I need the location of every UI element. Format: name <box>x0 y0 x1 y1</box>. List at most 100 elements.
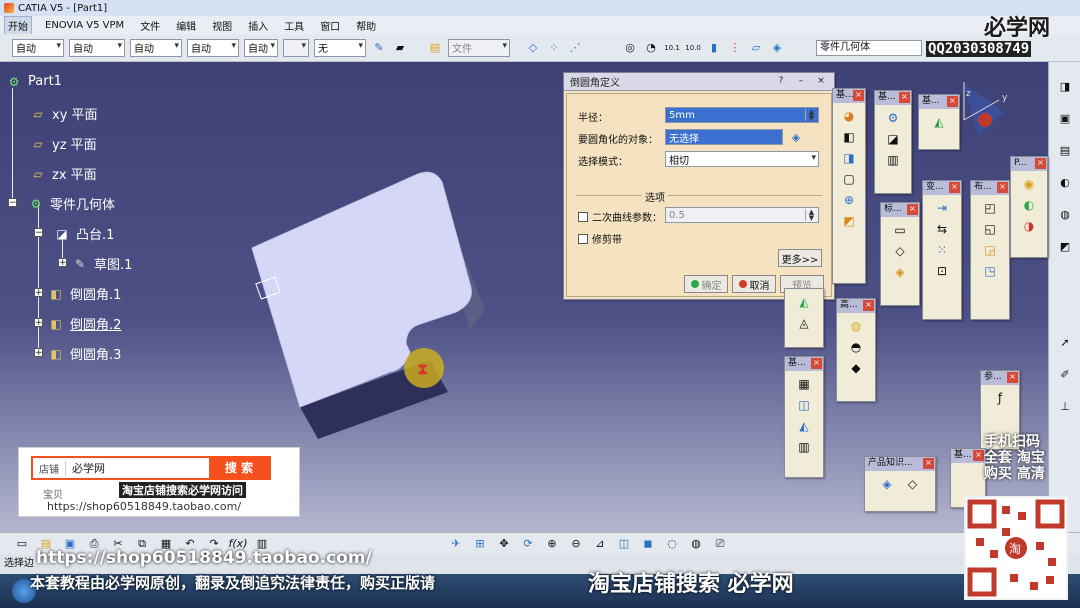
sketch-tool-icon[interactable]: ✐ <box>1057 366 1073 382</box>
surface-based-icon[interactable]: ◭ <box>931 114 947 130</box>
menu-file[interactable]: 文件 <box>137 17 163 34</box>
close-icon[interactable]: × <box>811 358 822 369</box>
tree-expand-toggle[interactable]: + <box>58 258 67 268</box>
render-icon[interactable]: ◑ <box>1021 218 1037 234</box>
line-type-combo[interactable]: 自动 <box>187 38 239 57</box>
rotate-icon[interactable]: ◎ <box>622 40 638 56</box>
close-icon[interactable]: × <box>947 96 958 107</box>
pan-icon[interactable]: ✥ <box>496 536 512 552</box>
tree-expand-toggle[interactable]: + <box>34 318 43 328</box>
trim-ribbons-checkbox[interactable] <box>578 233 588 244</box>
boolean-icon[interactable]: ◪ <box>885 131 901 147</box>
iso-view-icon[interactable]: ◫ <box>616 536 632 552</box>
close-icon[interactable]: × <box>949 182 960 193</box>
thread-tool-icon[interactable]: ◩ <box>841 213 857 229</box>
sketcher-icon[interactable]: ◨ <box>1057 78 1073 94</box>
menu-window[interactable]: 窗口 <box>317 17 343 34</box>
objects-to-fillet-field[interactable]: 无选择 <box>665 129 783 145</box>
search-input[interactable]: 必学网 <box>66 460 209 476</box>
insert-body-icon[interactable]: ⚙ <box>885 110 901 126</box>
search-button[interactable]: 搜 索 <box>209 457 269 479</box>
paint-brush-icon[interactable]: ✎ <box>371 40 387 56</box>
conic-parameter-input[interactable]: 0.5 ▲ ▼ <box>665 207 819 223</box>
tree-expand-toggle[interactable]: + <box>34 348 43 358</box>
scale-icon[interactable]: ⊡ <box>934 263 950 279</box>
close-icon[interactable]: × <box>973 450 984 461</box>
format-painter-icon[interactable]: ▰ <box>392 40 408 56</box>
menu-view[interactable]: 视图 <box>209 17 235 34</box>
tree-item-yz-plane[interactable]: ▱ yz 平面 <box>30 134 96 154</box>
cylinder-icon[interactable]: ◍ <box>848 318 864 334</box>
menu-edit[interactable]: 编辑 <box>173 17 199 34</box>
compass-widget[interactable]: z y <box>963 82 1008 136</box>
rib-tool-icon[interactable]: ◩ <box>1057 238 1073 254</box>
flag-note-icon[interactable]: ◇ <box>892 243 908 259</box>
plane-selection-icon[interactable]: ◇ <box>525 40 541 56</box>
line-icon[interactable]: ◱ <box>982 221 998 237</box>
close-icon[interactable]: × <box>907 204 918 215</box>
new-icon[interactable]: ▭ <box>14 536 30 552</box>
search-scope[interactable]: 店铺 <box>33 460 66 476</box>
hide-show-icon[interactable]: ◌ <box>664 536 680 552</box>
conic-spinner[interactable]: ▲ ▼ <box>805 209 817 222</box>
fit-all-icon[interactable]: ⊞ <box>472 536 488 552</box>
zoom-in-icon[interactable]: ⊕ <box>544 536 560 552</box>
selection-mode-combo[interactable]: 相切 <box>665 151 819 167</box>
tree-collapse-toggle[interactable]: − <box>34 228 43 238</box>
rotate-view-icon[interactable]: ⟳ <box>520 536 536 552</box>
dialog-help-button[interactable]: ? <box>774 75 788 88</box>
pattern-icon[interactable]: ⁙ <box>934 242 950 258</box>
view-annotation-icon[interactable]: ◈ <box>892 264 908 280</box>
translate-icon[interactable]: ⇥ <box>934 200 950 216</box>
formula-icon[interactable]: ƒ <box>992 390 1008 406</box>
more-button[interactable]: 更多>> <box>778 249 822 267</box>
chamfer-tool-icon[interactable]: ◧ <box>841 129 857 145</box>
knowledge-check-icon[interactable]: ◇ <box>905 476 921 492</box>
close-icon[interactable]: × <box>853 90 864 101</box>
menu-start[interactable]: 开始 <box>4 15 32 35</box>
radius-spinner[interactable]: ▲ ▼ <box>805 109 817 122</box>
select-arrow-icon[interactable]: ➚ <box>1057 334 1073 350</box>
folder-icon[interactable]: ▤ <box>427 40 443 56</box>
material-icon[interactable]: ◉ <box>1021 176 1037 192</box>
close-icon[interactable]: × <box>899 92 910 103</box>
tree-item-fillet-2[interactable]: ◧ 倒圆角.2 <box>48 314 121 334</box>
text-annotation-icon[interactable]: ▭ <box>892 222 908 238</box>
menu-help[interactable]: 帮助 <box>353 17 379 34</box>
current-body-field[interactable]: 零件几何体 <box>816 40 922 56</box>
multi-select-icon[interactable]: ⋰ <box>567 40 583 56</box>
object-list-icon[interactable]: ◈ <box>788 129 804 145</box>
tree-item-pad[interactable]: ◪ 凸台.1 <box>54 224 114 244</box>
body-select-icon[interactable]: ◈ <box>769 40 785 56</box>
scan-icon[interactable]: ⋮ <box>727 40 743 56</box>
revolve-icon[interactable]: ◭ <box>796 418 812 434</box>
close-icon[interactable]: × <box>1007 372 1018 383</box>
grid-icon[interactable]: ⁘ <box>546 40 562 56</box>
swap-space-icon[interactable]: ◍ <box>688 536 704 552</box>
box-icon[interactable]: ▦ <box>796 376 812 392</box>
tree-item-sketch[interactable]: ✎ 草图.1 <box>72 254 132 274</box>
capture-icon[interactable]: ⎚ <box>712 536 728 552</box>
dialog-close-button[interactable]: × <box>814 75 828 88</box>
layer-combo[interactable]: 无 <box>314 38 366 57</box>
tree-item-zx-plane[interactable]: ▱ zx 平面 <box>30 164 96 184</box>
mirror-icon[interactable]: ⇆ <box>934 221 950 237</box>
apply-material-icon[interactable]: ◐ <box>1021 197 1037 213</box>
shaft-tool-icon[interactable]: ◐ <box>1057 174 1073 190</box>
measure-between-icon[interactable]: 10.1 <box>664 40 680 56</box>
close-icon[interactable]: × <box>997 182 1008 193</box>
tree-expand-toggle[interactable]: + <box>34 288 43 298</box>
axis-system-icon[interactable]: ⊥ <box>1057 398 1073 414</box>
point-icon[interactable]: ◰ <box>982 200 998 216</box>
transparency-combo[interactable]: 自动 <box>69 38 125 57</box>
radius-input[interactable]: 5mm ▲ ▼ <box>665 107 819 123</box>
tree-item-fillet-1[interactable]: ◧ 倒圆角.1 <box>48 284 121 304</box>
sweep-icon[interactable]: ▥ <box>796 439 812 455</box>
extrude-icon[interactable]: ◫ <box>796 397 812 413</box>
cancel-button[interactable]: 取消 <box>732 275 776 293</box>
shell-tool-icon[interactable]: ▢ <box>841 171 857 187</box>
line-thickness-combo[interactable]: 自动 <box>130 38 182 57</box>
split-icon[interactable]: ◭ <box>796 294 812 310</box>
hole-tool-icon[interactable]: ◍ <box>1057 206 1073 222</box>
tree-item-part-body[interactable]: ⚙ 零件几何体 <box>28 194 115 214</box>
